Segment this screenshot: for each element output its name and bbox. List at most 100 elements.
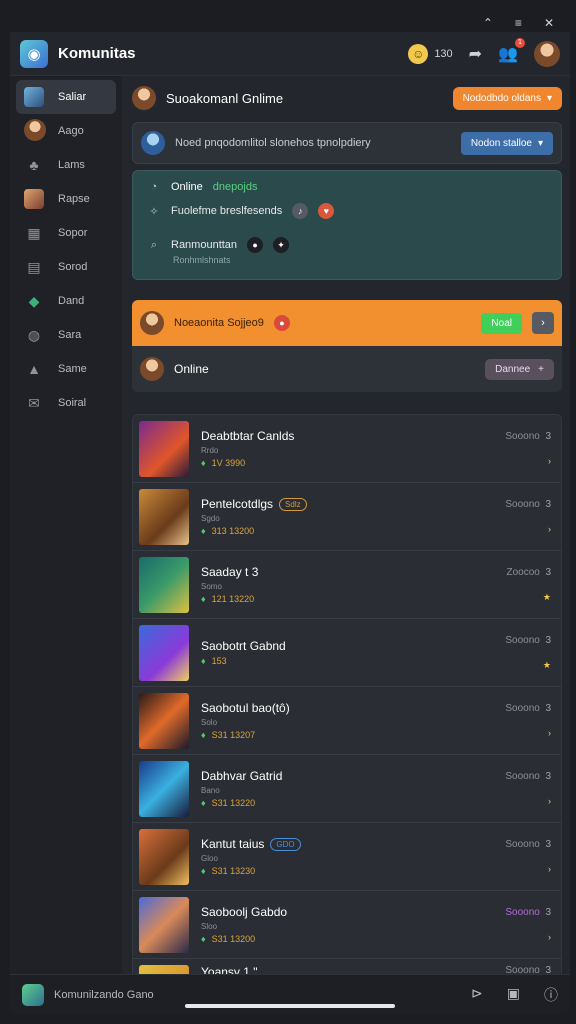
search-dropdown-button[interactable]: Nodon stalloe ▾: [460, 131, 553, 155]
sidebar-item-5[interactable]: ▤ Sorod: [10, 250, 122, 284]
emoji-icon[interactable]: ☺: [408, 43, 429, 64]
game-info: Saoboolj Gabdo Sloo ♦ S31 13200: [201, 905, 505, 944]
sidebar-item-2[interactable]: ♣ Lams: [10, 148, 122, 182]
game-row[interactable]: Kantut taius GDO Gloo ♦ S31 13230 Sooono …: [133, 823, 561, 891]
game-meta: ♦ S31 13207: [201, 730, 505, 740]
status-row-label: Ranmounttan: [171, 239, 238, 251]
sidebar-item-3[interactable]: Rapse: [10, 182, 122, 216]
sidebar-item-label: Lams: [58, 159, 85, 171]
game-thumbnail: [139, 828, 189, 885]
game-rank: 3: [545, 907, 551, 918]
game-stat: Sooono: [505, 771, 540, 782]
game-chip: GDO: [270, 837, 301, 851]
search-dropdown-label: Nodon stalloe: [470, 137, 532, 149]
game-rank: 3: [545, 634, 551, 646]
game-stat: Sooono: [505, 499, 540, 510]
image-icon: [24, 87, 44, 107]
online-action-button[interactable]: Dannee +: [485, 358, 554, 380]
game-title: Saoboolj Gabdo: [201, 905, 505, 919]
game-row[interactable]: Saobotul bao(tô) Solo ♦ S31 13207 Sooono …: [133, 687, 561, 755]
game-right: Sooono 3 ›: [505, 839, 551, 874]
trophy-icon: ♦: [201, 730, 206, 740]
game-row[interactable]: Deabtbtar Canlds Rrdo ♦ 1V 3990 Sooono 3 …: [133, 415, 561, 483]
sidebar-item-label: Same: [58, 363, 87, 375]
user-avatar[interactable]: [132, 86, 156, 110]
game-row[interactable]: Pentelcotdlgs Sdlz Sgdo ♦ 313 13200 Sooon…: [133, 483, 561, 551]
game-thumbnail: [139, 760, 189, 817]
game-row[interactable]: Dabhvar Gatrid Bano ♦ S31 13220 Sooono 3 …: [133, 755, 561, 823]
game-title: Pentelcotdlgs Sdlz: [201, 497, 505, 511]
menu-icon[interactable]: ≡: [515, 16, 522, 30]
game-title: Dabhvar Gatrid: [201, 769, 505, 783]
now-playing-card: Noeaonita Sojjeo9 ● Noal ›: [132, 300, 562, 346]
chevron-down-icon: ▾: [546, 92, 552, 104]
orange-action-label: Nododbdo oldans: [462, 92, 541, 104]
status-row-3[interactable]: ⌕ Ranmounttan ● ✦: [147, 237, 547, 253]
game-meta: ♦ 1V 3990: [201, 458, 505, 468]
info-icon[interactable]: ⓘ: [544, 985, 558, 1005]
avatar-icon: [24, 118, 46, 144]
game-stat: Sooono: [505, 634, 540, 646]
game-rank: 3: [545, 771, 551, 782]
game-thumbnail: [139, 896, 189, 953]
game-title-text: Pentelcotdlgs: [201, 497, 274, 511]
game-right: Sooono 3 ›: [505, 499, 551, 534]
game-meta-text: 153: [211, 656, 227, 666]
game-row[interactable]: Saaday t 3 Somo ♦ 121 13220 Zoocoo 3 ★: [133, 551, 561, 619]
puzzle-icon: ♣: [29, 157, 39, 173]
game-stat: Sooono: [505, 839, 540, 850]
plus-icon: +: [538, 363, 544, 375]
footer-text: Komunilzando Gano: [54, 988, 154, 1001]
trophy-icon: ♦: [201, 458, 206, 468]
friends-icon[interactable]: 👥 1: [498, 37, 525, 64]
share-icon[interactable]: ⊳: [471, 985, 483, 1005]
puzzle-icon: ✦: [273, 237, 290, 253]
home-indicator: [185, 1004, 395, 1008]
orange-action-button[interactable]: Nododbdo oldans ▾: [452, 86, 562, 110]
game-meta-text: S31 13200: [211, 934, 256, 944]
search-input[interactable]: Noed pnqodomlitol slonehos tpnolpdiery: [175, 137, 371, 149]
online-status-row[interactable]: ◔ Online dnepojds: [147, 181, 547, 193]
grid-icon[interactable]: ▣: [507, 985, 520, 1005]
profile-avatar[interactable]: [534, 40, 560, 67]
sidebar-item-7[interactable]: ◍ Sara: [10, 318, 122, 352]
chevron-icon: ›: [548, 456, 551, 466]
game-rank: 3: [545, 839, 551, 850]
star-icon: ★: [542, 659, 551, 670]
sidebar-item-6[interactable]: ◆ Dand: [10, 284, 122, 318]
online-card-label: Online: [174, 362, 209, 376]
reaction-count: 130: [434, 47, 453, 60]
status-panel: ◔ Online dnepojds ✧ Fuolefme breslfesend…: [132, 170, 562, 280]
game-meta: ♦ S31 13220: [201, 798, 505, 808]
game-title-text: Saobotul bao(tô): [201, 701, 290, 715]
globe-icon: ◍: [27, 326, 41, 343]
share-icon[interactable]: ➦: [469, 44, 482, 64]
sidebar-item-9[interactable]: ✉ Soiral: [10, 386, 122, 420]
sidebar-item-4[interactable]: ▦ Sopor: [10, 216, 122, 250]
trophy-icon: ♦: [201, 656, 206, 666]
game-subtitle: Sgdo: [201, 514, 220, 523]
heart-icon: ♥: [318, 203, 335, 219]
chevron-icon: ›: [548, 728, 551, 738]
join-button[interactable]: Noal: [481, 312, 522, 334]
game-thumbnail: [139, 624, 189, 681]
chevron-right-icon[interactable]: ›: [532, 312, 554, 334]
game-subtitle: Bano: [201, 786, 220, 795]
close-icon[interactable]: ✕: [544, 16, 554, 30]
page-title: Suoakomanl Gnlime: [166, 90, 284, 106]
game-meta-text: S31 13207: [211, 730, 256, 740]
star-icon: ★: [542, 591, 551, 602]
game-thumbnail: [139, 556, 189, 613]
online-action-label: Dannee: [495, 363, 531, 375]
sidebar-item-0[interactable]: Saliar: [16, 80, 116, 114]
game-meta: ♦ S31 13200: [201, 934, 505, 944]
online-card: Online Dannee +: [132, 346, 562, 392]
sidebar-item-1[interactable]: Aago: [10, 114, 122, 148]
sidebar-item-8[interactable]: ▲ Same: [10, 352, 122, 386]
status-row-2[interactable]: ✧ Fuolefme breslfesends ♪ ♥: [147, 203, 547, 219]
game-row[interactable]: Saobotrt Gabnd ♦ 153 Sooono 3 ★: [133, 619, 561, 687]
game-row[interactable]: Saoboolj Gabdo Sloo ♦ S31 13200 Sooono 3 …: [133, 891, 561, 959]
game-title: Deabtbtar Canlds: [201, 429, 505, 443]
chevron-icon: ›: [548, 524, 551, 534]
notification-badge: 1: [515, 37, 525, 48]
